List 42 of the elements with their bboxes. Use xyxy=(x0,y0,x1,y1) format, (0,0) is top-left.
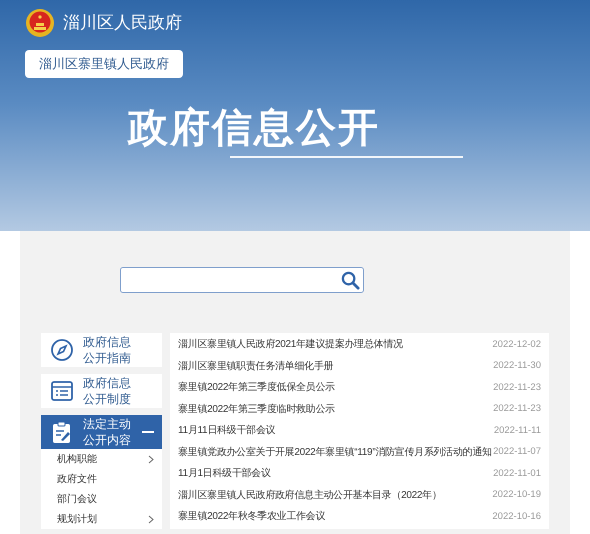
chevron-right-icon xyxy=(148,514,154,524)
article-link[interactable]: 11月1日科级干部会议 xyxy=(178,466,271,482)
article-link[interactable]: 淄川区寨里镇人民政府2021年建议提案办理总体情况 xyxy=(178,337,403,352)
list-window-icon xyxy=(50,379,74,403)
article-link[interactable]: 淄川区寨里镇职责任务清单细化手册 xyxy=(178,358,334,374)
article-date: 2022-10-16 xyxy=(492,510,541,524)
article-date: 2022-11-23 xyxy=(493,380,541,395)
article-link[interactable]: 寨里镇党政办公室关于开展2022年寨里镇“119”消防宣传月系列活动的通知 xyxy=(178,444,492,460)
article-date: 2022-12-02 xyxy=(492,338,541,352)
article-date: 2022-11-11 xyxy=(494,424,541,438)
compass-icon xyxy=(50,338,74,362)
sidebar-label: 法定主动 xyxy=(83,416,132,432)
article-link[interactable]: 寨里镇2022年第三季度低保全员公示 xyxy=(178,380,335,396)
article-date: 2022-10-19 xyxy=(492,488,541,502)
article-link[interactable]: 寨里镇2022年第三季度临时救助公示 xyxy=(178,402,335,417)
sidebar-label: 公开内容 xyxy=(83,432,132,448)
submenu-item[interactable]: 机构职能 xyxy=(41,449,162,469)
search-icon[interactable] xyxy=(341,270,360,290)
banner-title: 政府信息公开 xyxy=(128,104,381,152)
emblem-icon xyxy=(25,8,55,38)
article-date: 2022-11-23 xyxy=(493,402,541,416)
article-date: 2022-11-07 xyxy=(493,445,541,460)
sidebar-label: 公开指南 xyxy=(83,350,132,366)
collapse-icon[interactable] xyxy=(142,430,154,434)
sidebar-item[interactable]: 政府信息 公开指南 xyxy=(41,333,162,367)
submenu-item[interactable]: 政府文件 xyxy=(41,469,162,489)
article-link[interactable]: 淄川区寨里镇人民政府政府信息主动公开基本目录（2022年） xyxy=(178,488,442,503)
submenu-item[interactable]: 部门会议 xyxy=(41,489,162,509)
article-link[interactable]: 寨里镇2022年秋冬季农业工作会议 xyxy=(178,509,326,524)
article-link[interactable]: 11月11日科级干部会议 xyxy=(178,423,276,438)
subsite-button[interactable]: 淄川区寨里镇人民政府 xyxy=(25,50,183,78)
submenu-item[interactable]: 规划计划 xyxy=(41,509,162,529)
chevron-right-icon xyxy=(148,454,154,464)
sidebar-item[interactable]: 法定主动 公开内容 xyxy=(41,415,162,449)
sidebar-label: 政府信息 xyxy=(83,334,132,350)
article-date: 2022-11-01 xyxy=(493,466,541,481)
sidebar-label: 公开制度 xyxy=(83,391,132,407)
site-title: 淄川区人民政府 xyxy=(63,12,182,34)
sidebar-label: 政府信息 xyxy=(83,375,132,391)
sidebar-item[interactable]: 政府信息 公开制度 xyxy=(41,374,162,408)
article-date: 2022-11-30 xyxy=(493,359,541,374)
search-field[interactable] xyxy=(120,267,364,293)
